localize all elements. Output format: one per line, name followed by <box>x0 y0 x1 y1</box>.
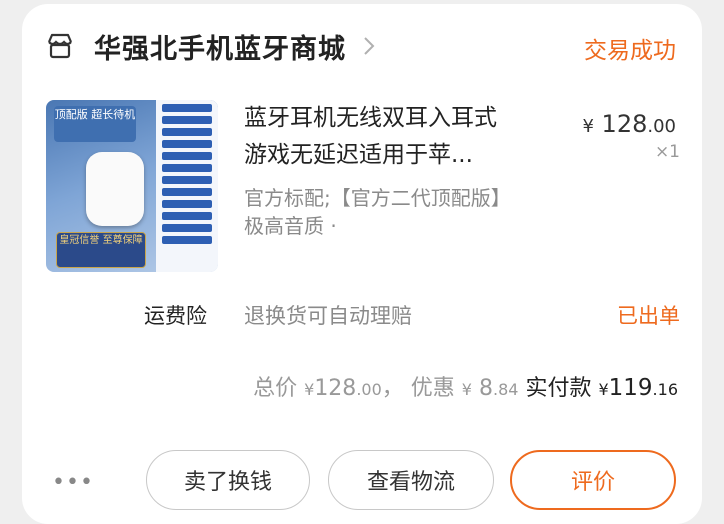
price-decimal: .00 <box>647 116 676 137</box>
product-specs-line1: 官方标配;【官方二代顶配版】 <box>244 186 511 210</box>
sell-button[interactable]: 卖了换钱 <box>146 450 310 510</box>
earbuds-case-image <box>86 152 144 226</box>
paid-integer: 119 <box>608 375 653 401</box>
shop-header[interactable]: 华强北手机蓝牙商城 <box>46 20 376 72</box>
thumbnail-feature-list <box>156 100 218 272</box>
discount-integer: 8 <box>478 376 493 401</box>
discount-currency: ¥ <box>461 380 472 399</box>
total-currency: ¥ <box>304 380 315 399</box>
shop-name[interactable]: 华强北手机蓝牙商城 <box>94 27 346 66</box>
paid-label: 实付款 <box>525 376 592 401</box>
order-card: 华强北手机蓝牙商城 交易成功 顶配版 超长待机 皇冠信誉 至尊保障 蓝牙耳机无线… <box>22 4 702 524</box>
product-thumbnail[interactable]: 顶配版 超长待机 皇冠信誉 至尊保障 <box>46 100 218 272</box>
product-title-line1: 蓝牙耳机无线双耳入耳式 <box>244 105 497 131</box>
thumbnail-tag: 顶配版 超长待机 <box>54 106 136 142</box>
total-label: 总价 <box>253 376 298 401</box>
product-specs: 官方标配;【官方二代顶配版】 极高音质 · <box>244 184 574 240</box>
paid-currency: ¥ <box>598 380 609 399</box>
price-integer: 128 <box>601 110 648 138</box>
thumbnail-badge: 皇冠信誉 至尊保障 <box>56 232 146 268</box>
total-decimal: .00 <box>356 380 382 399</box>
discount-label: 优惠 <box>410 376 455 401</box>
shipping-insurance-desc: 退换货可自动理赔 <box>244 304 412 328</box>
total-integer: 128 <box>314 376 357 401</box>
discount-decimal: .84 <box>492 380 519 399</box>
product-specs-line2: 极高音质 · <box>244 214 337 238</box>
product-title[interactable]: 蓝牙耳机无线双耳入耳式 游戏无延迟适用于苹... <box>244 100 564 174</box>
order-totals: 总价 ¥128.00， 优惠 ¥ 8.84 实付款 ¥119.16 <box>253 370 678 402</box>
price-currency: ¥ <box>582 116 594 137</box>
chevron-right-icon[interactable] <box>362 35 376 57</box>
order-status: 交易成功 <box>584 38 676 64</box>
shop-icon <box>47 33 73 59</box>
paid-decimal: .16 <box>652 380 678 399</box>
unit-price: ¥ 128.00 <box>582 110 676 138</box>
more-options-icon[interactable]: ••• <box>52 470 94 495</box>
shipping-insurance-status: 已出单 <box>617 304 680 328</box>
shipping-insurance-label: 运费险 <box>144 304 207 328</box>
quantity: ×1 <box>654 142 680 162</box>
view-logistics-button[interactable]: 查看物流 <box>328 450 494 510</box>
product-title-line2: 游戏无延迟适用于苹... <box>244 142 473 168</box>
totals-separator: ， <box>381 376 404 401</box>
review-button[interactable]: 评价 <box>510 450 676 510</box>
